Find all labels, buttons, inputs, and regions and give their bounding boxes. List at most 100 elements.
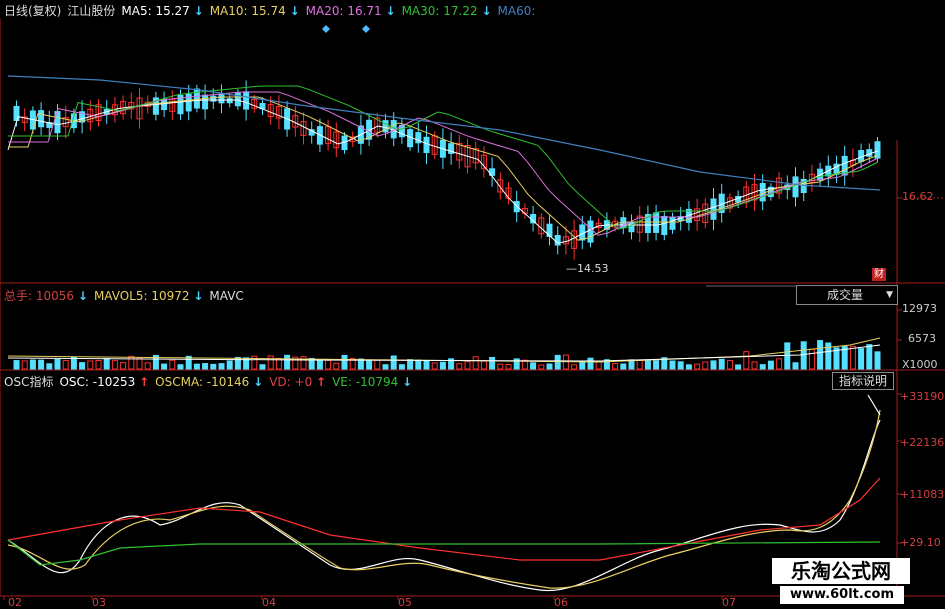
- volume-bar: [776, 358, 783, 370]
- volume-bar: [407, 359, 414, 370]
- diamond-icon: [322, 25, 330, 33]
- candle-body: [841, 155, 848, 176]
- candle-body: [653, 212, 660, 233]
- volume-bar: [456, 363, 463, 370]
- volume-bar: [505, 363, 512, 370]
- candle-body: [218, 94, 225, 104]
- volume-bar: [587, 357, 594, 370]
- indicator-help-button[interactable]: 指标说明: [832, 372, 894, 390]
- candle-body: [661, 216, 668, 236]
- volume-bar: [70, 356, 77, 370]
- volume-bar: [120, 362, 127, 370]
- volume-bar: [800, 341, 807, 370]
- volume-header: 总手: 10056 ↓ MAVOL5: 10972 ↓ MAVC: [4, 287, 250, 305]
- volume-bar: [874, 351, 881, 370]
- total-volume: 总手: 10056 ↓: [4, 289, 88, 303]
- candle-body: [858, 150, 865, 162]
- volume-bar: [128, 355, 135, 370]
- volume-bar: [579, 360, 586, 370]
- volume-bar: [644, 360, 651, 370]
- candle-body: [13, 105, 20, 122]
- volume-bar: [267, 355, 274, 370]
- x-axis-label: 04: [262, 596, 276, 609]
- volume-bar: [29, 359, 36, 370]
- volume-bar: [226, 360, 233, 370]
- osc-indicator-name: OSC指标: [4, 375, 54, 389]
- volume-bar: [218, 363, 225, 370]
- volume-bar: [636, 359, 643, 370]
- watermark-url: www.60lt.com: [780, 586, 904, 604]
- candle-body: [710, 198, 717, 220]
- watermark-title: 乐淘公式网: [772, 558, 910, 584]
- mavol10-readout: MAVC: [209, 289, 244, 303]
- volume-bar: [817, 340, 824, 370]
- volume-bar: [685, 364, 692, 370]
- volume-bar: [702, 361, 709, 370]
- volume-bar: [612, 363, 619, 370]
- volume-bar: [423, 360, 430, 370]
- volume-bar: [792, 362, 799, 370]
- volume-bar: [87, 360, 94, 370]
- candle-body: [161, 98, 168, 111]
- low-price-marker: —14.53: [566, 262, 609, 275]
- finance-badge[interactable]: 财: [872, 268, 886, 281]
- volume-bar: [325, 359, 332, 370]
- volume-bar: [489, 356, 496, 370]
- volume-bar: [858, 348, 865, 370]
- volume-bar: [677, 361, 684, 370]
- volume-bar: [103, 358, 110, 370]
- volume-bar: [554, 354, 561, 370]
- x-axis-label: 05: [398, 596, 412, 609]
- candle-body: [759, 182, 766, 202]
- volume-bar: [79, 362, 86, 370]
- volume-bar: [472, 356, 479, 370]
- osc-axis-2: +22136: [900, 436, 945, 449]
- x-axis-label: 07: [722, 596, 736, 609]
- volume-bar: [767, 360, 774, 370]
- osc-header: OSC指标 OSC: -10253 ↑ OSCMA: -10146 ↓ VD: +0 …: [4, 373, 418, 391]
- volume-bar: [136, 358, 143, 370]
- volume-bar: [530, 362, 537, 370]
- volume-bar: [111, 360, 118, 370]
- volume-bar: [694, 363, 701, 370]
- volume-bar: [62, 360, 69, 370]
- osc-line: [7, 419, 881, 592]
- candle-body: [243, 91, 250, 110]
- oscma-line: [7, 409, 881, 589]
- volume-bar: [653, 360, 660, 370]
- ma5-line: [7, 99, 879, 244]
- osc-tail: [867, 394, 881, 416]
- x-axis-label: 03: [92, 596, 106, 609]
- volume-bar: [439, 361, 446, 370]
- volume-bar: [480, 360, 487, 370]
- candle-body: [513, 201, 520, 213]
- candle-body: [226, 98, 233, 104]
- volume-bar: [866, 344, 873, 370]
- volume-bar: [193, 363, 200, 370]
- candle-body: [669, 216, 676, 230]
- volume-bar: [366, 360, 373, 370]
- volume-bar: [808, 348, 815, 370]
- volume-bar: [46, 363, 53, 370]
- osc-axis-4: +29.10: [900, 536, 941, 549]
- indicator-select[interactable]: 成交量 ▼: [796, 285, 898, 305]
- volume-bar: [284, 354, 291, 370]
- volume-bar: [620, 363, 627, 370]
- volume-bar: [669, 360, 676, 370]
- volume-bar: [538, 364, 545, 370]
- ve-line: [7, 539, 881, 566]
- mavol5-readout: MAVOL5: 10972 ↓: [93, 289, 204, 303]
- vd-line: [7, 477, 881, 561]
- volume-bar: [161, 363, 168, 370]
- volume-axis-unit: X1000: [902, 358, 938, 371]
- volume-bar: [210, 363, 217, 370]
- volume-bar: [95, 359, 102, 370]
- volume-bar: [398, 364, 405, 370]
- volume-bar: [726, 360, 733, 370]
- volume-bar: [202, 363, 209, 370]
- volume-bar: [849, 345, 856, 370]
- diamond-icon: [362, 25, 370, 33]
- volume-bar: [21, 360, 28, 370]
- x-axis-label: 02: [8, 596, 22, 609]
- volume-bar: [374, 359, 381, 370]
